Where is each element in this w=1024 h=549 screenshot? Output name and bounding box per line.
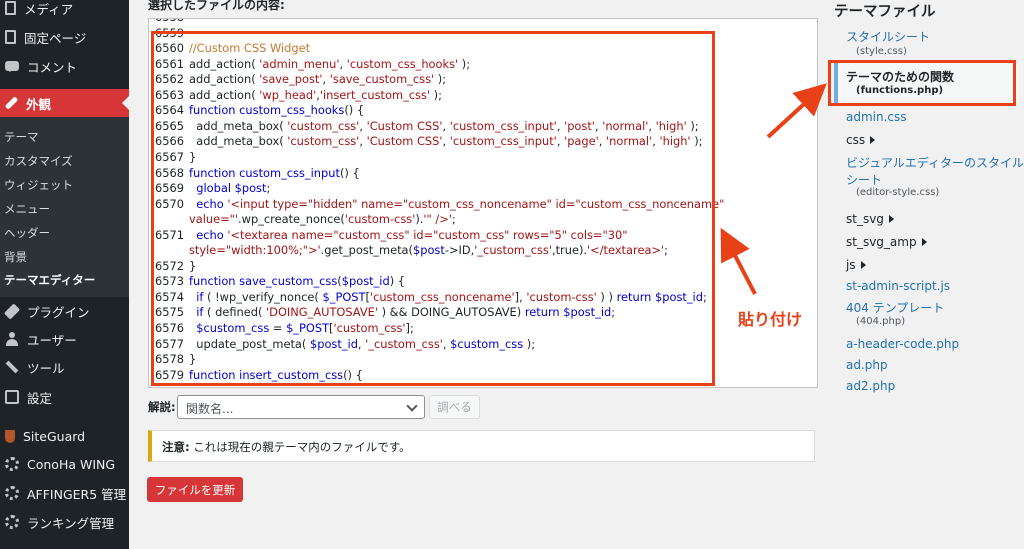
- sidebar-item-label: コメント: [27, 59, 78, 75]
- file-label: st-admin-script.js: [846, 279, 951, 293]
- sidebar-item-label: 設定: [27, 390, 53, 406]
- file-label: st_svg_amp: [846, 235, 917, 249]
- sidebar-item-10[interactable]: AFFINGER5 管理: [0, 479, 129, 507]
- user-icon: [5, 332, 19, 346]
- sidebar-item-label: SiteGuard: [23, 428, 86, 444]
- theme-file-item[interactable]: 404 テンプレート: [846, 299, 944, 316]
- theme-file-item[interactable]: ad2.php: [846, 379, 895, 393]
- submenu-item-0[interactable]: テーマ: [4, 129, 39, 145]
- sidebar-item-11[interactable]: ランキング管理: [0, 508, 129, 536]
- shield-icon: [5, 429, 15, 443]
- notice-text: これは現在の親テーマ内のファイルです。: [189, 440, 411, 454]
- wrench-icon: [5, 360, 19, 374]
- folder-expand-icon: [860, 261, 866, 269]
- file-label: スタイルシート: [846, 30, 931, 44]
- submenu-item-6[interactable]: テーマエディター: [4, 272, 95, 288]
- media-icon: [5, 1, 16, 15]
- sidebar-item-label: ConoHa WING: [27, 456, 116, 472]
- file-label-continued[interactable]: シート: [846, 171, 882, 188]
- notice-strong: 注意:: [162, 440, 190, 454]
- theme-folder-item[interactable]: js: [846, 258, 866, 272]
- sidebar-item-5[interactable]: ユーザー: [0, 325, 129, 353]
- sidebar-item-4[interactable]: プラグイン: [0, 297, 129, 325]
- annotation-highlight-file: [828, 60, 1016, 106]
- submenu-item-5[interactable]: 背景: [4, 249, 27, 265]
- sidebar-item-8[interactable]: SiteGuard: [0, 422, 129, 450]
- appearance-submenu: テーマカスタマイズ ウィジェット メニューヘッダー背景テーマエディター: [0, 117, 129, 297]
- sidebar-item-2[interactable]: コメント: [0, 52, 129, 80]
- line-number: 6558: [155, 19, 189, 25]
- parent-theme-notice: 注意: これは現在の親テーマ内のファイルです。: [148, 430, 815, 462]
- sidebar-item-7[interactable]: 設定: [0, 383, 129, 411]
- theme-file-item[interactable]: ad.php: [846, 358, 888, 372]
- sidebar-item-label: ランキング管理: [27, 515, 115, 531]
- gear-icon: [5, 486, 19, 500]
- lookup-button[interactable]: 調べる: [429, 395, 480, 419]
- file-label: ad2.php: [846, 379, 896, 393]
- sidebar-item-6[interactable]: ツール: [0, 353, 129, 381]
- gear-icon: [5, 515, 19, 529]
- folder-expand-icon: [870, 136, 876, 144]
- settings-icon: [5, 390, 19, 404]
- theme-file-item[interactable]: スタイルシート: [846, 28, 930, 45]
- chevron-down-icon: [406, 400, 418, 412]
- submenu-item-4[interactable]: ヘッダー: [4, 225, 50, 241]
- brush-icon: [4, 96, 19, 110]
- sidebar-item-1[interactable]: 固定ページ: [0, 23, 129, 51]
- submenu-item-1[interactable]: カスタマイズ: [4, 153, 73, 169]
- submenu-item-2[interactable]: ウィジェット: [4, 177, 73, 193]
- folder-expand-icon: [921, 238, 927, 246]
- page-icon: [5, 30, 16, 44]
- sidebar-item-0[interactable]: メディア: [0, 0, 129, 22]
- file-label: ad.php: [846, 358, 888, 372]
- sidebar-item-label: 外観: [26, 96, 52, 112]
- documentation-label: 解説:: [148, 400, 176, 414]
- file-label: 404 テンプレート: [846, 301, 945, 315]
- file-label: admin.css: [846, 110, 907, 124]
- file-label: css: [846, 133, 866, 147]
- submenu-item-3[interactable]: メニュー: [4, 201, 50, 217]
- theme-file-item[interactable]: st-admin-script.js: [846, 279, 950, 293]
- sidebar-item-label: メディア: [24, 1, 74, 17]
- theme-folder-item[interactable]: css: [846, 133, 876, 147]
- theme-folder-item[interactable]: st_svg_amp: [846, 235, 927, 249]
- file-filename: (404.php): [856, 316, 906, 327]
- file-label: st_svg: [846, 212, 884, 226]
- theme-files-title: テーマファイル: [834, 4, 936, 20]
- sidebar-item-label: ユーザー: [27, 332, 77, 348]
- file-content-heading: 選択したファイルの内容:: [148, 0, 285, 12]
- theme-file-item[interactable]: admin.css: [846, 110, 907, 124]
- function-select-value: 関数名...: [186, 402, 234, 416]
- update-file-button[interactable]: ファイルを更新: [147, 477, 243, 502]
- sidebar-item-label: プラグイン: [27, 304, 90, 320]
- theme-folder-item[interactable]: st_svg: [846, 212, 894, 226]
- theme-file-item[interactable]: ビジュアルエディターのスタイル: [846, 154, 1024, 171]
- file-label: js: [846, 258, 856, 272]
- comment-icon: [5, 61, 19, 72]
- file-filename: (style.css): [856, 46, 907, 57]
- theme-file-item[interactable]: a-header-code.php: [846, 337, 959, 351]
- annotation-highlight-code: [151, 31, 715, 386]
- file-filename: (editor-style.css): [856, 187, 940, 198]
- file-label: a-header-code.php: [846, 337, 960, 351]
- sidebar-item-label: 固定ページ: [24, 30, 87, 46]
- file-label: ビジュアルエディターのスタイル: [846, 156, 1024, 170]
- paste-annotation-label: 貼り付け: [738, 310, 803, 329]
- gear-icon: [5, 457, 19, 471]
- plugin-icon: [3, 302, 21, 320]
- sidebar-item-label: ツール: [27, 360, 65, 376]
- sidebar-item-label: AFFINGER5 管理: [27, 486, 127, 502]
- sidebar-item-3[interactable]: 外観: [0, 89, 129, 117]
- sidebar-item-9[interactable]: ConoHa WING: [0, 450, 129, 478]
- folder-expand-icon: [888, 215, 894, 223]
- code-line: 6558: [155, 19, 189, 25]
- function-name-select[interactable]: 関数名...: [177, 395, 425, 419]
